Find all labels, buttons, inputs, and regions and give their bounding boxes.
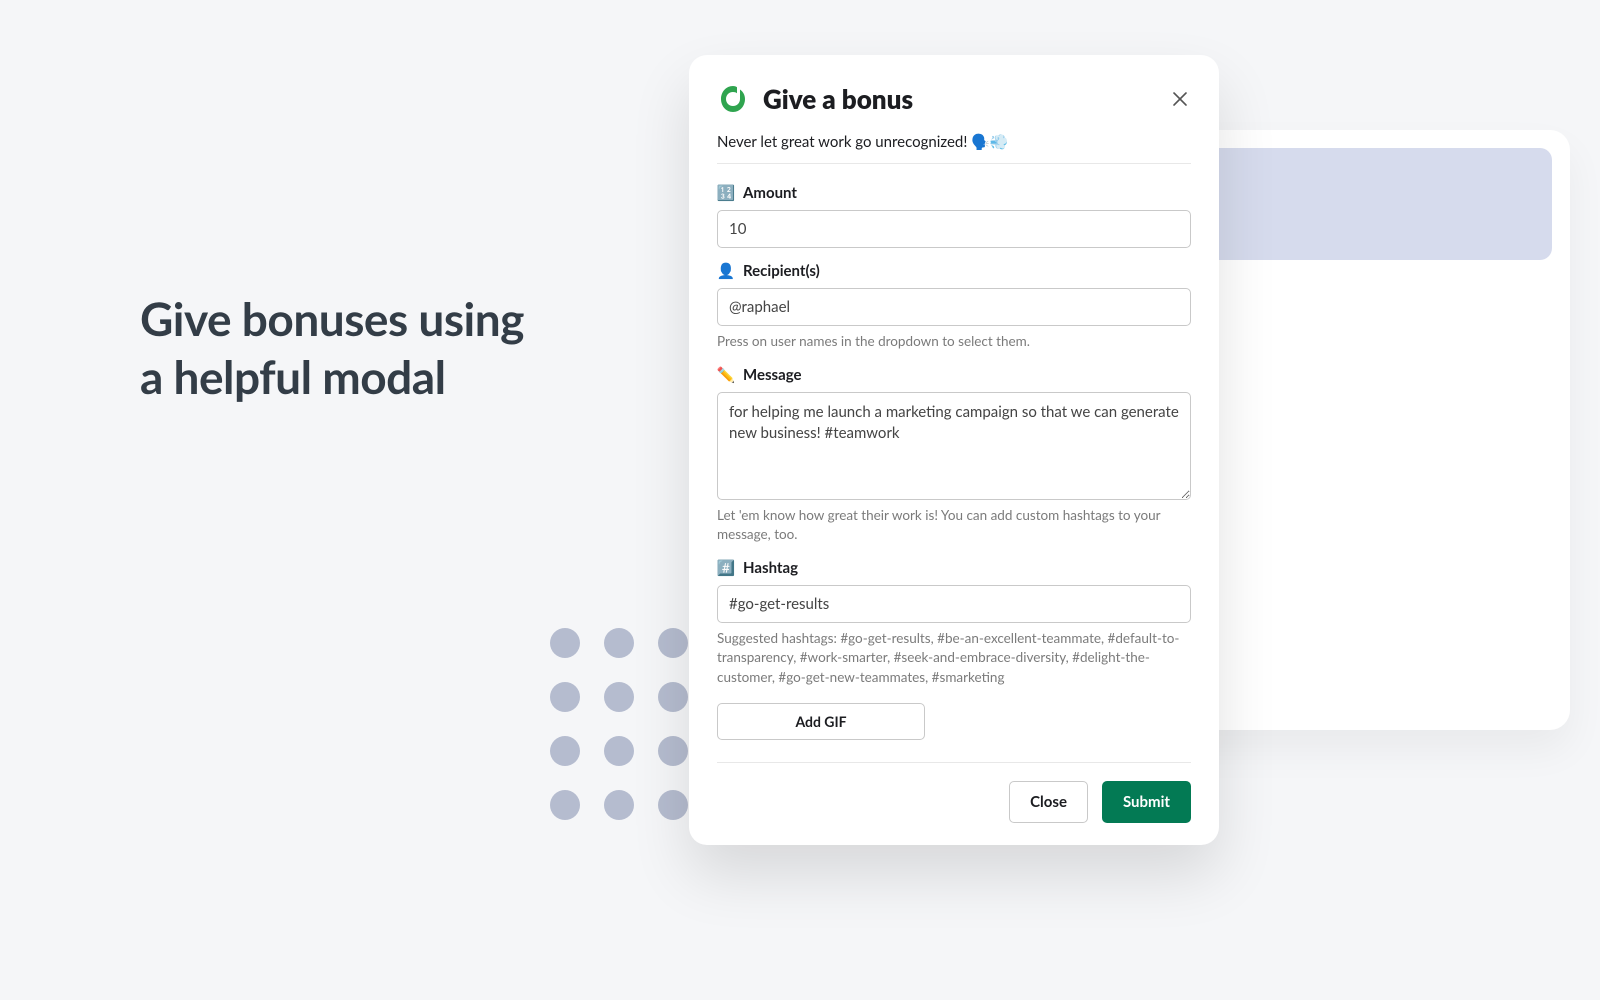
add-gif-button[interactable]: Add GIF — [717, 703, 925, 740]
person-icon: 👤 — [717, 262, 735, 280]
dot-icon — [550, 628, 580, 658]
give-bonus-modal: Give a bonus Never let great work go unr… — [689, 55, 1219, 845]
submit-button[interactable]: Submit — [1102, 781, 1191, 823]
headline-line-2: a helpful modal — [140, 349, 446, 404]
close-icon[interactable] — [1169, 88, 1191, 110]
dot-icon — [550, 790, 580, 820]
hashtag-label: #️⃣ Hashtag — [717, 559, 1191, 577]
modal-subtitle: Never let great work go unrecognized! 🗣️… — [717, 133, 1191, 164]
headline-line-1: Give bonuses using — [140, 291, 524, 346]
pencil-icon: ✏️ — [717, 366, 735, 384]
modal-header: Give a bonus — [717, 83, 1191, 115]
close-button[interactable]: Close — [1009, 781, 1088, 823]
divider — [717, 762, 1191, 763]
recipients-input[interactable] — [717, 288, 1191, 326]
amount-label: 🔢 Amount — [717, 184, 1191, 202]
recipients-label-text: Recipient(s) — [743, 262, 820, 280]
dot-icon — [658, 736, 688, 766]
dot-icon — [658, 682, 688, 712]
dot-icon — [550, 682, 580, 712]
recipients-helper: Press on user names in the dropdown to s… — [717, 332, 1191, 352]
bonusly-logo-icon — [717, 83, 749, 115]
dot-icon — [604, 628, 634, 658]
message-input[interactable] — [717, 392, 1191, 500]
modal-title: Give a bonus — [763, 83, 1155, 115]
amount-input[interactable] — [717, 210, 1191, 248]
numbers-icon: 🔢 — [717, 184, 735, 202]
dot-grid — [550, 628, 688, 820]
hash-icon: #️⃣ — [717, 559, 735, 577]
dot-icon — [658, 628, 688, 658]
dot-icon — [550, 736, 580, 766]
message-label: ✏️ Message — [717, 366, 1191, 384]
dot-icon — [604, 682, 634, 712]
hashtag-input[interactable] — [717, 585, 1191, 623]
recipients-label: 👤 Recipient(s) — [717, 262, 1191, 280]
hashtag-label-text: Hashtag — [743, 559, 798, 577]
message-label-text: Message — [743, 366, 802, 384]
page-headline: Give bonuses using a helpful modal — [140, 290, 524, 405]
dot-icon — [604, 790, 634, 820]
dot-icon — [604, 736, 634, 766]
dot-icon — [658, 790, 688, 820]
message-helper: Let 'em know how great their work is! Yo… — [717, 506, 1191, 545]
modal-footer: Close Submit — [717, 781, 1191, 823]
amount-label-text: Amount — [743, 184, 797, 202]
hashtag-helper: Suggested hashtags: #go-get-results, #be… — [717, 629, 1191, 688]
